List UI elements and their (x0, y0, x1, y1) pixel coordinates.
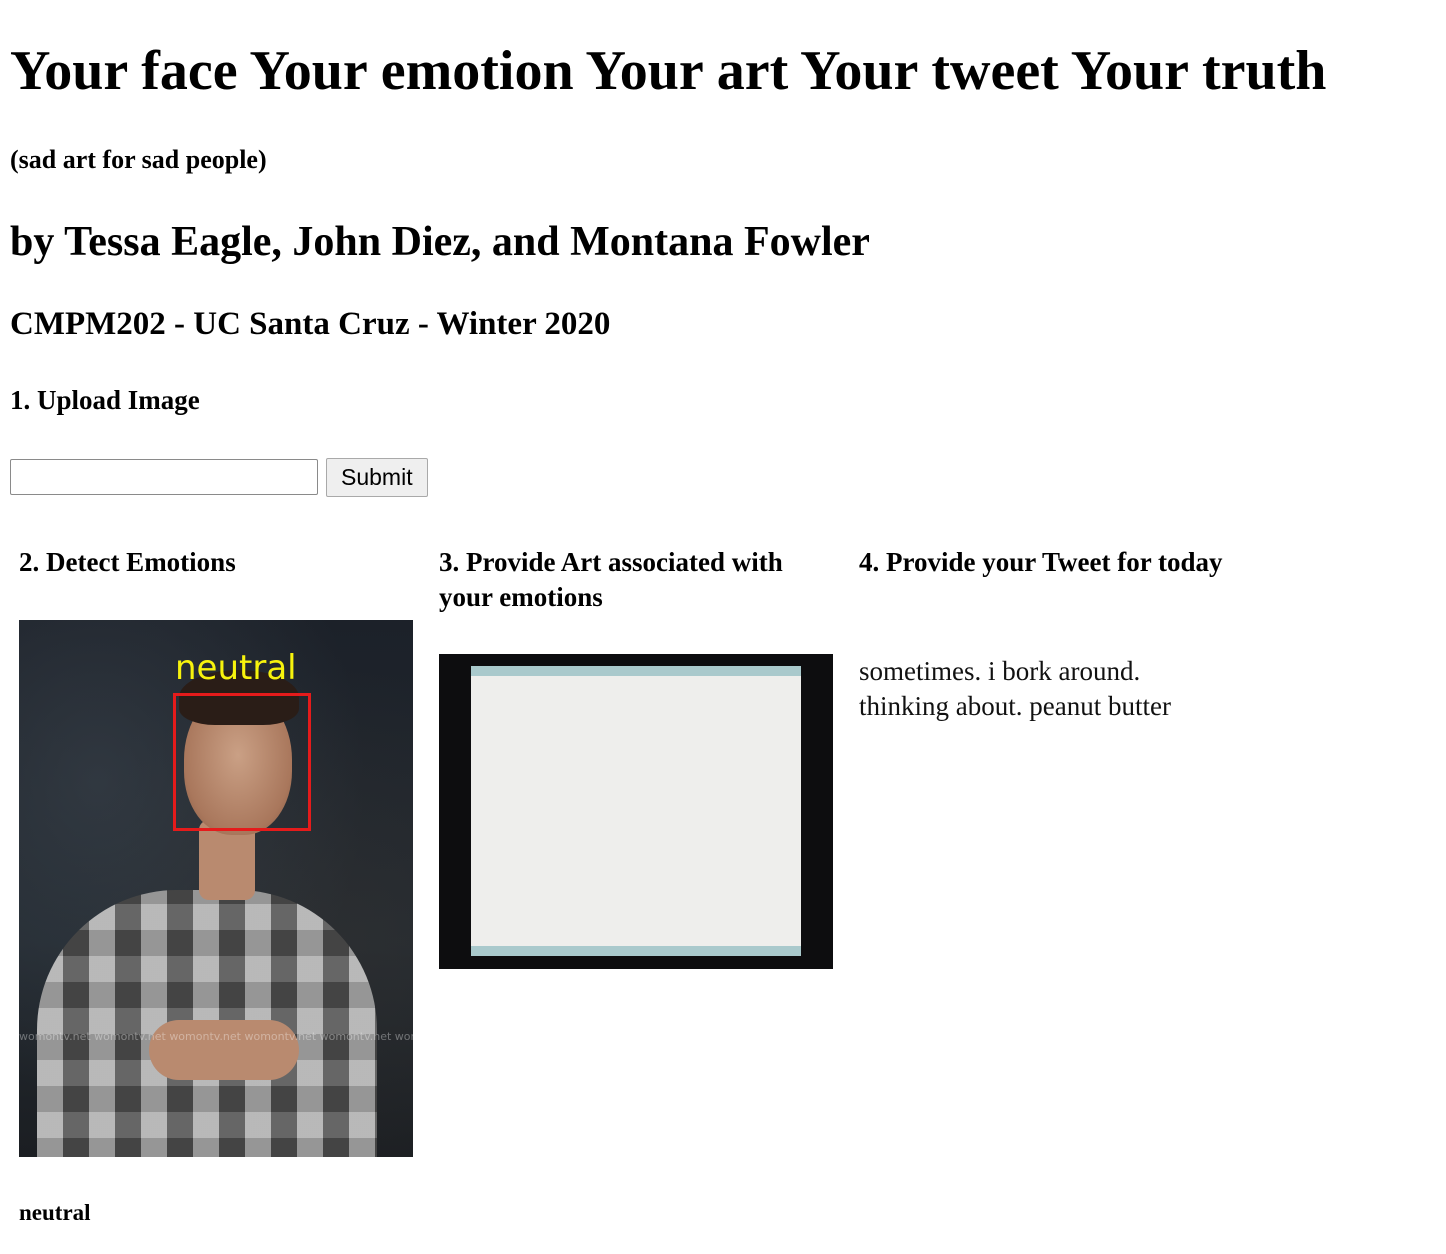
page-subtitle: (sad art for sad people) (10, 145, 267, 174)
upload-form: Submit (10, 458, 428, 497)
face-detection-box (173, 693, 311, 831)
page-title: Your face Your emotion Your art Your twe… (10, 40, 1327, 102)
tweet-heading: 4. Provide your Tweet for today (859, 547, 1223, 577)
tweet-line-2: thinking about. peanut butter (859, 691, 1171, 721)
detected-face-image: neutral womontv.net womontv.net womontv.… (19, 620, 413, 1157)
detect-emotions-column: 2. Detect Emotions neutral womontv.net w… (19, 545, 413, 1225)
art-heading: 3. Provide Art associated with your emot… (439, 547, 783, 612)
art-canvas (471, 666, 801, 956)
photo-watermark: womontv.net womontv.net womontv.net womo… (19, 1030, 413, 1043)
tweet-text: sometimes. i bork around. thinking about… (859, 654, 1171, 724)
detect-emotions-heading: 2. Detect Emotions (19, 547, 236, 577)
course-heading: CMPM202 - UC Santa Cruz - Winter 2020 (10, 306, 611, 342)
image-url-input[interactable] (10, 459, 318, 495)
tweet-column: 4. Provide your Tweet for today sometime… (859, 545, 1229, 721)
photo-hands (149, 1020, 299, 1080)
submit-button[interactable]: Submit (326, 458, 428, 497)
upload-heading: 1. Upload Image (10, 385, 200, 415)
art-image (439, 654, 833, 969)
art-top-band (471, 666, 801, 676)
detected-emotion-text: neutral (19, 1200, 91, 1225)
art-bottom-band (471, 946, 801, 956)
authors-heading: by Tessa Eagle, John Diez, and Montana F… (10, 219, 870, 265)
face-emotion-label: neutral (175, 648, 297, 688)
tweet-line-1: sometimes. i bork around. (859, 656, 1141, 686)
art-column: 3. Provide Art associated with your emot… (439, 545, 833, 969)
